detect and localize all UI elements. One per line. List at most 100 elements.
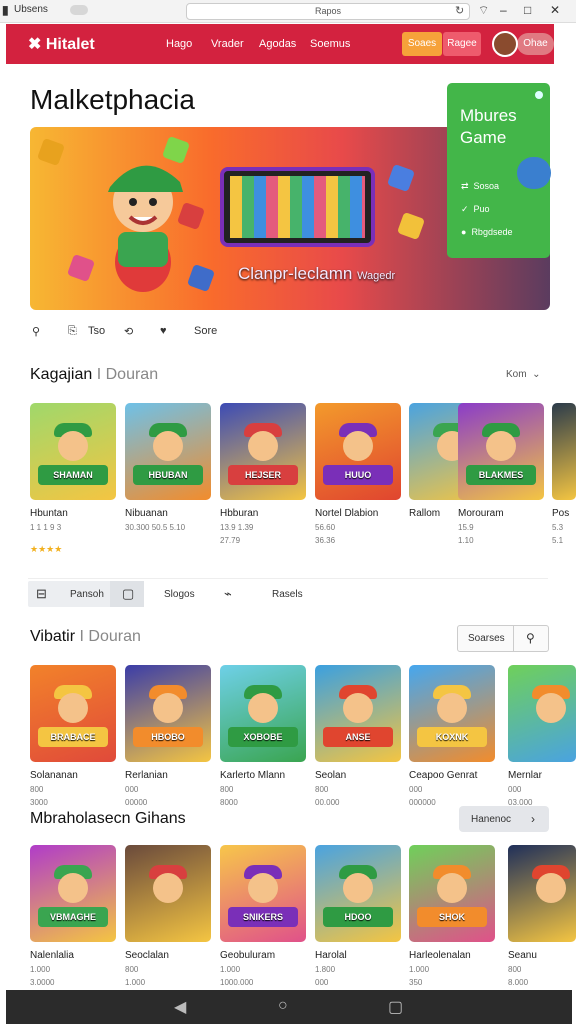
- side-row-3[interactable]: ● Rbgdsede: [461, 227, 512, 237]
- game-title[interactable]: Nibuanan: [125, 508, 168, 519]
- search-icon[interactable]: ⚲: [32, 325, 40, 338]
- game-meta: 1.000: [125, 978, 146, 987]
- site-logo[interactable]: ✖ Hitalet: [28, 34, 95, 54]
- game-title[interactable]: Rallom: [409, 508, 440, 519]
- game-thumbnail[interactable]: HBOBO: [125, 665, 211, 762]
- close-icon[interactable]: ✕: [550, 3, 560, 17]
- game-thumbnail[interactable]: BRABACE: [30, 665, 116, 762]
- tile-banner: HEJSER: [228, 465, 298, 485]
- maximize-icon[interactable]: □: [524, 3, 531, 17]
- game-thumbnail[interactable]: HUUO: [315, 403, 401, 500]
- tile-banner: XOBOBE: [228, 727, 298, 747]
- nav-link-1[interactable]: Hago: [166, 38, 192, 50]
- tab-3[interactable]: Rasels: [272, 589, 303, 600]
- game-title[interactable]: Solananan: [30, 770, 78, 781]
- game-thumbnail[interactable]: VBMAGHE: [30, 845, 116, 942]
- game-thumbnail[interactable]: SHAMAN: [30, 403, 116, 500]
- tab-2[interactable]: Slogos: [164, 589, 195, 600]
- game-thumbnail[interactable]: HBUBAN: [125, 403, 211, 500]
- game-thumbnail[interactable]: SHOK: [409, 845, 495, 942]
- game-thumbnail[interactable]: ANSE: [315, 665, 401, 762]
- game-title[interactable]: Hbburan: [220, 508, 258, 519]
- nav-link-2[interactable]: Vrader: [211, 38, 244, 50]
- nav-link-3[interactable]: Agodas: [259, 38, 296, 50]
- nav-link-4[interactable]: Soemus: [310, 38, 350, 50]
- game-meta: 3000: [30, 798, 48, 807]
- game-meta: 27.79: [220, 536, 241, 545]
- search-icon[interactable]: ⚲: [526, 631, 535, 645]
- pink-button[interactable]: Ragee: [443, 32, 481, 56]
- tab-1[interactable]: Pansoh: [70, 589, 104, 600]
- game-title[interactable]: Morouram: [458, 508, 504, 519]
- game-thumbnail[interactable]: XOBOBE: [220, 665, 306, 762]
- chat-icon[interactable]: ▢: [122, 586, 134, 602]
- game-meta: 1000.000: [220, 978, 254, 987]
- game-title[interactable]: Seanu: [508, 950, 537, 961]
- side-title-2: Game: [460, 128, 507, 147]
- game-title[interactable]: Karlerto Mlann: [220, 770, 285, 781]
- game-title[interactable]: Geobuluram: [220, 950, 275, 961]
- lock-icon[interactable]: ⊟: [36, 586, 47, 602]
- save-icon[interactable]: ⎘: [68, 325, 77, 338]
- game-thumbnail[interactable]: HEJSER: [220, 403, 306, 500]
- back-icon[interactable]: ◀: [174, 997, 186, 1017]
- side-panel-card[interactable]: Mbures Game ⇄ Sosoa ✓ Puo ● Rbgdsede: [447, 83, 551, 258]
- game-thumbnail[interactable]: HDOO: [315, 845, 401, 942]
- link-icon[interactable]: ⌁: [224, 586, 232, 602]
- game-title[interactable]: Seoclalan: [125, 950, 169, 961]
- game-thumbnail[interactable]: [508, 845, 576, 942]
- share-icon[interactable]: ⟲: [124, 325, 133, 338]
- orange-button[interactable]: Soaes: [402, 32, 442, 56]
- game-title[interactable]: Mernlar: [508, 770, 542, 781]
- action-label-4[interactable]: Sore: [194, 325, 217, 337]
- sort-control[interactable]: Soarses ⚲: [457, 625, 549, 652]
- home-icon[interactable]: ○: [278, 997, 288, 1015]
- tile-banner: BLAKMES: [466, 465, 536, 485]
- tile-banner: HBUBAN: [133, 465, 203, 485]
- game-title[interactable]: Hbuntan: [30, 508, 68, 519]
- recents-icon[interactable]: ▢: [388, 997, 403, 1017]
- game-thumbnail[interactable]: [125, 845, 211, 942]
- tile-banner: ANSE: [323, 727, 393, 747]
- profile-button[interactable]: Ohae: [517, 33, 554, 55]
- hero-caption-small: Wagedr: [357, 270, 396, 282]
- game-title[interactable]: Nortel Dlabion: [315, 508, 378, 519]
- game-meta: 8.000: [508, 978, 529, 987]
- game-title[interactable]: Harolal: [315, 950, 347, 961]
- section-action-button[interactable]: Hanenoc ›: [459, 806, 549, 832]
- game-meta: 00000: [125, 798, 148, 807]
- toggle-switch[interactable]: [70, 5, 88, 15]
- game-meta: 000: [125, 785, 139, 794]
- game-thumbnail[interactable]: SNIKERS: [220, 845, 306, 942]
- tile-banner: SHOK: [417, 907, 487, 927]
- more-dropdown[interactable]: Kom ⌄: [506, 369, 541, 380]
- tile-banner: HUUO: [323, 465, 393, 485]
- character-face: [536, 873, 566, 903]
- heart-icon[interactable]: ♥: [160, 325, 167, 337]
- section-heading-1: Kagajian I Douran: [30, 366, 158, 384]
- side-row-1[interactable]: ⇄ Sosoa: [461, 181, 499, 192]
- character-face: [343, 431, 373, 461]
- side-row-2[interactable]: ✓ Puo: [461, 204, 490, 215]
- game-thumbnail[interactable]: [552, 403, 576, 500]
- more-label: Kom: [506, 369, 527, 380]
- game-title[interactable]: Seolan: [315, 770, 346, 781]
- game-title[interactable]: Ceapoo Genrat: [409, 770, 477, 781]
- game-thumbnail[interactable]: BLAKMES: [458, 403, 544, 500]
- character-face: [248, 873, 278, 903]
- game-title[interactable]: Nalenlalia: [30, 950, 74, 961]
- game-title[interactable]: Harleolenalan: [409, 950, 471, 961]
- app-icon[interactable]: ▮: [2, 3, 9, 17]
- address-bar[interactable]: Rapos: [186, 3, 470, 20]
- avatar[interactable]: [492, 31, 518, 57]
- game-thumbnail[interactable]: KOXNK: [409, 665, 495, 762]
- minimize-icon[interactable]: –: [500, 3, 507, 17]
- game-title[interactable]: Pos: [552, 508, 569, 519]
- reload-icon[interactable]: ↻: [455, 4, 464, 17]
- action-label-2[interactable]: Tso: [88, 325, 105, 337]
- cube-decor: [396, 211, 426, 241]
- hero-caption: Clanpr-leclamn Wagedr: [238, 264, 395, 284]
- game-meta: 800: [125, 965, 139, 974]
- game-title[interactable]: Rerlanian: [125, 770, 168, 781]
- game-thumbnail[interactable]: [508, 665, 576, 762]
